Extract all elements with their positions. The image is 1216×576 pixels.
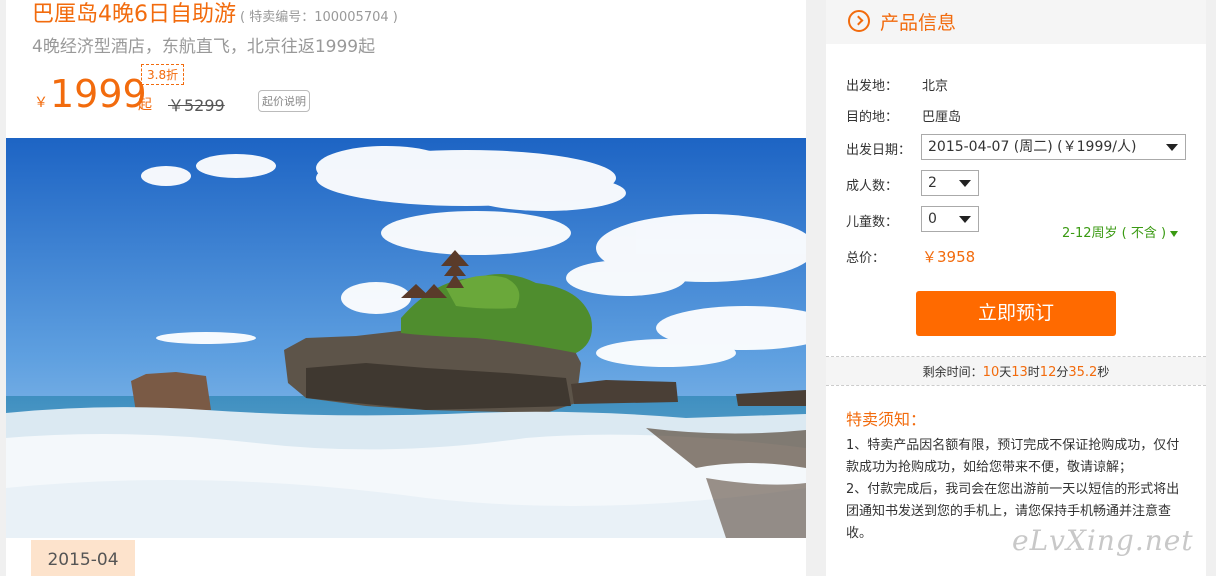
adults-value: 2	[928, 175, 937, 191]
site-watermark: eLvXing.net	[1012, 524, 1194, 557]
panel-header: 产品信息	[826, 0, 1206, 44]
countdown-seconds: 35.2	[1068, 365, 1098, 380]
caret-down-icon	[1170, 230, 1179, 237]
chevron-down-icon	[1166, 144, 1178, 151]
departure-date-value: 2015-04-07 (周二) (￥1999/人)	[928, 139, 1137, 155]
total-label: 总价：	[846, 251, 886, 266]
notice-title: 特卖须知：	[846, 410, 927, 429]
month-tab[interactable]: 2015-04	[31, 540, 135, 576]
adults-select[interactable]: 2	[921, 170, 979, 196]
product-code: ( 特卖编号：100005704 )	[240, 10, 398, 25]
depart-label: 出发地：	[846, 79, 899, 94]
book-now-button[interactable]: 立即预订	[916, 291, 1116, 336]
circle-arrow-icon	[848, 10, 870, 32]
countdown-hours-unit: 时	[1027, 365, 1040, 379]
product-title: 巴厘岛4晚6日自助游	[32, 2, 236, 27]
price-row: ￥ 1999 起 3.8折 ￥5299 起价说明	[32, 64, 432, 118]
total-row: 总价： ￥3958	[846, 246, 975, 267]
price-explain-button[interactable]: 起价说明	[258, 90, 310, 112]
product-title-row: 巴厘岛4晚6日自助游 ( 特卖编号：100005704 )	[32, 0, 398, 28]
children-age-text: 2-12周岁 ( 不含 )	[1062, 226, 1167, 241]
original-price: ￥5299	[168, 96, 225, 115]
countdown-text: 剩余时间：10天13时12分35.2秒	[826, 363, 1206, 380]
countdown-seconds-unit: 秒	[1097, 365, 1110, 379]
destination-photo	[6, 138, 806, 538]
divider	[826, 385, 1206, 386]
price-suffix: 起	[138, 97, 152, 113]
depart-row: 出发地： 北京	[846, 75, 948, 94]
notice-line-1: 1、特卖产品因名额有限，预订完成不保证抢购成功，仅付款成功为抢购成功，如给您带来…	[846, 438, 1180, 475]
countdown-label: 剩余时间：	[922, 365, 983, 379]
children-age-note[interactable]: 2-12周岁 ( 不含 )	[1062, 222, 1179, 241]
bali-temple-image	[6, 138, 806, 538]
children-label: 儿童数：	[846, 215, 899, 230]
product-info-panel: 产品信息 出发地： 北京 目的地： 巴厘岛 出发日期： 2015-04-07 (周二…	[826, 0, 1206, 576]
destination-row: 目的地： 巴厘岛	[846, 106, 961, 125]
panel-title: 产品信息	[880, 12, 957, 34]
product-subtitle: 4晚经济型酒店，东航直飞，北京往返1999起	[32, 37, 376, 57]
countdown-days-unit: 天	[999, 365, 1012, 379]
destination-label: 目的地：	[846, 110, 899, 125]
countdown-minutes: 12	[1039, 365, 1057, 380]
date-label: 出发日期：	[846, 143, 912, 158]
depart-value: 北京	[922, 79, 949, 94]
adults-label: 成人数：	[846, 179, 899, 194]
departure-date-select[interactable]: 2015-04-07 (周二) (￥1999/人)	[921, 134, 1186, 160]
destination-value: 巴厘岛	[922, 110, 962, 125]
chevron-down-icon	[959, 216, 971, 223]
countdown-hours: 13	[1011, 365, 1028, 380]
sale-price: 1999	[50, 72, 147, 116]
countdown-minutes-unit: 分	[1056, 365, 1069, 379]
children-value: 0	[928, 211, 937, 227]
total-price: ￥3958	[922, 248, 976, 266]
countdown-days: 10	[982, 365, 1000, 380]
discount-badge: 3.8折	[141, 64, 185, 85]
product-main: 巴厘岛4晚6日自助游 ( 特卖编号：100005704 ) 4晚经济型酒店，东航直…	[6, 0, 806, 576]
children-select[interactable]: 0	[921, 206, 979, 232]
chevron-down-icon	[959, 180, 971, 187]
currency-symbol: ￥	[34, 95, 48, 111]
